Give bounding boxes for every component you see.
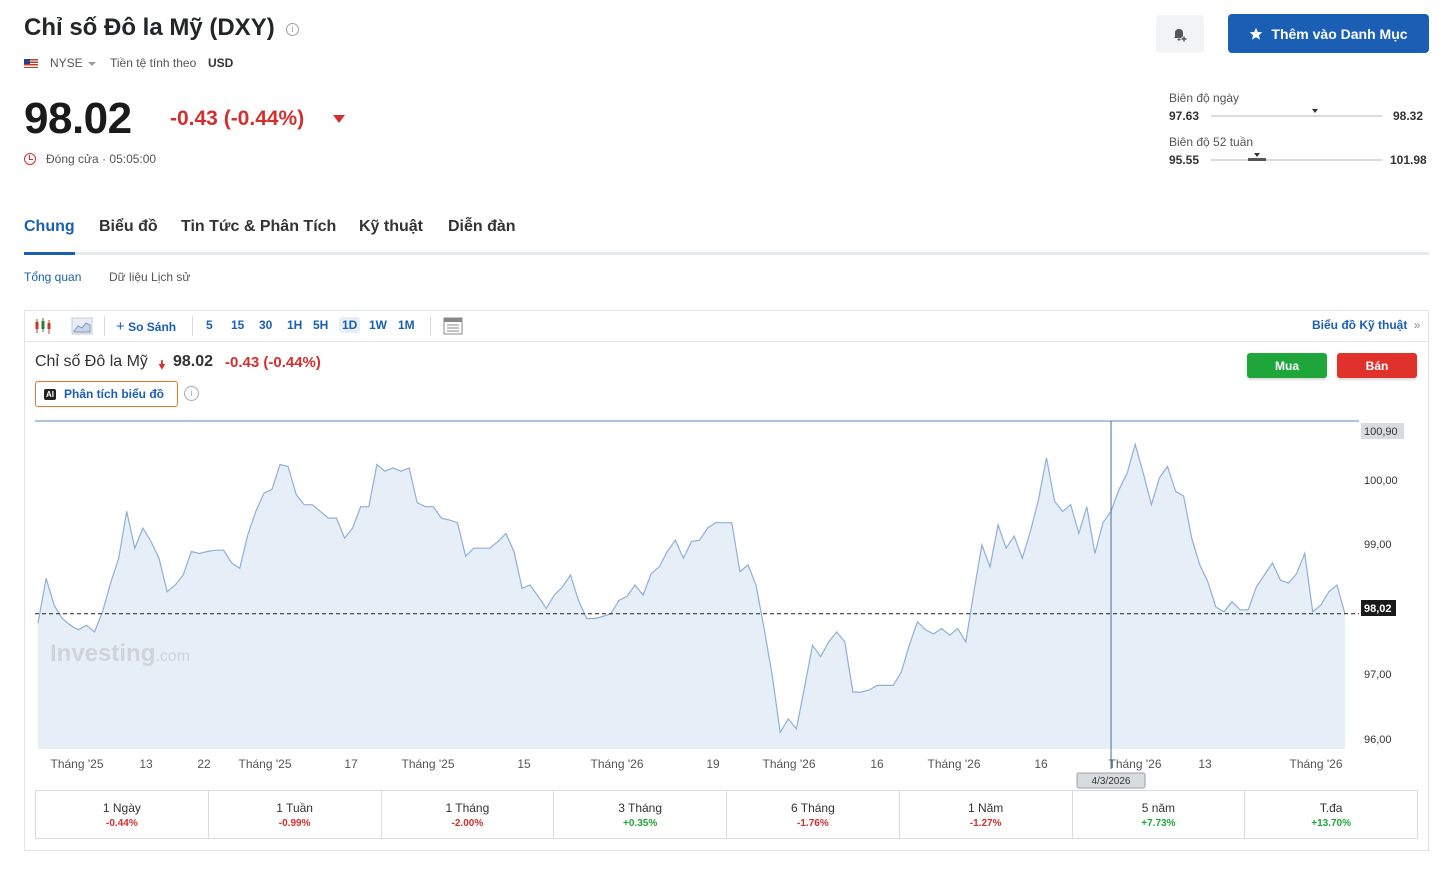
x-tick-label: Tháng '26 (763, 757, 816, 771)
crosshair-date-label: 4/3/2026 (1092, 776, 1131, 787)
performance-cell[interactable]: 3 Tháng +0.35% (554, 791, 727, 838)
performance-period: 1 Ngày (102, 800, 141, 815)
x-tick-label: Tháng '26 (591, 757, 644, 771)
y-tick-label: 99,00 (1364, 539, 1392, 551)
performance-value: -1.27% (969, 817, 1002, 829)
x-tick-label: Tháng '25 (402, 757, 455, 771)
performance-period: 5 năm (1141, 800, 1176, 815)
performance-strip: 1 Ngày -0.44% 1 Tuần -0.99% 1 Tháng -2.00% 3 T… (35, 790, 1418, 839)
performance-cell[interactable]: 1 Ngày -0.44% (36, 791, 209, 838)
performance-value: -2.00% (451, 817, 484, 829)
x-tick-label: 16 (1034, 757, 1048, 771)
performance-period: 1 Tuần (276, 800, 313, 815)
last-price-tick: 98,02 (1364, 603, 1392, 615)
performance-period: 3 Tháng (618, 800, 663, 815)
x-tick-label: Tháng '25 (239, 757, 292, 771)
price-chart[interactable]: Investing.com4/3/2026100,90100,0099,0098… (0, 0, 1449, 871)
y-tick-label: 100,00 (1364, 475, 1398, 487)
performance-period: 1 Tháng (445, 800, 490, 815)
x-tick-label: 16 (870, 757, 884, 771)
performance-cell[interactable]: 1 Năm -1.27% (900, 791, 1073, 838)
y-tick-label: 100,90 (1364, 426, 1398, 438)
performance-cell[interactable]: 1 Tuần -0.99% (209, 791, 382, 838)
series-area-fill (38, 444, 1345, 749)
performance-cell[interactable]: 5 năm +7.73% (1073, 791, 1246, 838)
y-tick-label: 96,00 (1364, 734, 1392, 746)
x-tick-label: 19 (706, 757, 720, 771)
x-tick-label: 13 (1198, 757, 1212, 771)
x-tick-label: Tháng '26 (1290, 757, 1343, 771)
x-tick-label: 13 (139, 757, 153, 771)
performance-value: +0.35% (623, 817, 658, 829)
x-tick-label: Tháng '26 (928, 757, 981, 771)
y-tick-label: 97,00 (1364, 669, 1392, 681)
x-tick-label: Tháng '26 (1109, 757, 1162, 771)
x-tick-label: 15 (517, 757, 531, 771)
performance-value: +13.70% (1311, 817, 1351, 829)
performance-value: -0.44% (106, 817, 138, 829)
performance-value: -1.76% (797, 817, 829, 829)
performance-cell[interactable]: 6 Tháng -1.76% (727, 791, 900, 838)
x-tick-label: 22 (197, 757, 211, 771)
performance-cell[interactable]: 1 Tháng -2.00% (382, 791, 555, 838)
performance-cell[interactable]: T.đa +13.70% (1245, 791, 1417, 838)
performance-period: T.đa (1319, 800, 1343, 815)
performance-value: -0.99% (278, 817, 311, 829)
performance-period: 1 Năm (967, 800, 1004, 815)
performance-period: 6 Tháng (790, 800, 835, 815)
performance-value: +7.73% (1141, 817, 1176, 829)
x-tick-label: 17 (344, 757, 358, 771)
x-tick-label: Tháng '25 (51, 757, 104, 771)
